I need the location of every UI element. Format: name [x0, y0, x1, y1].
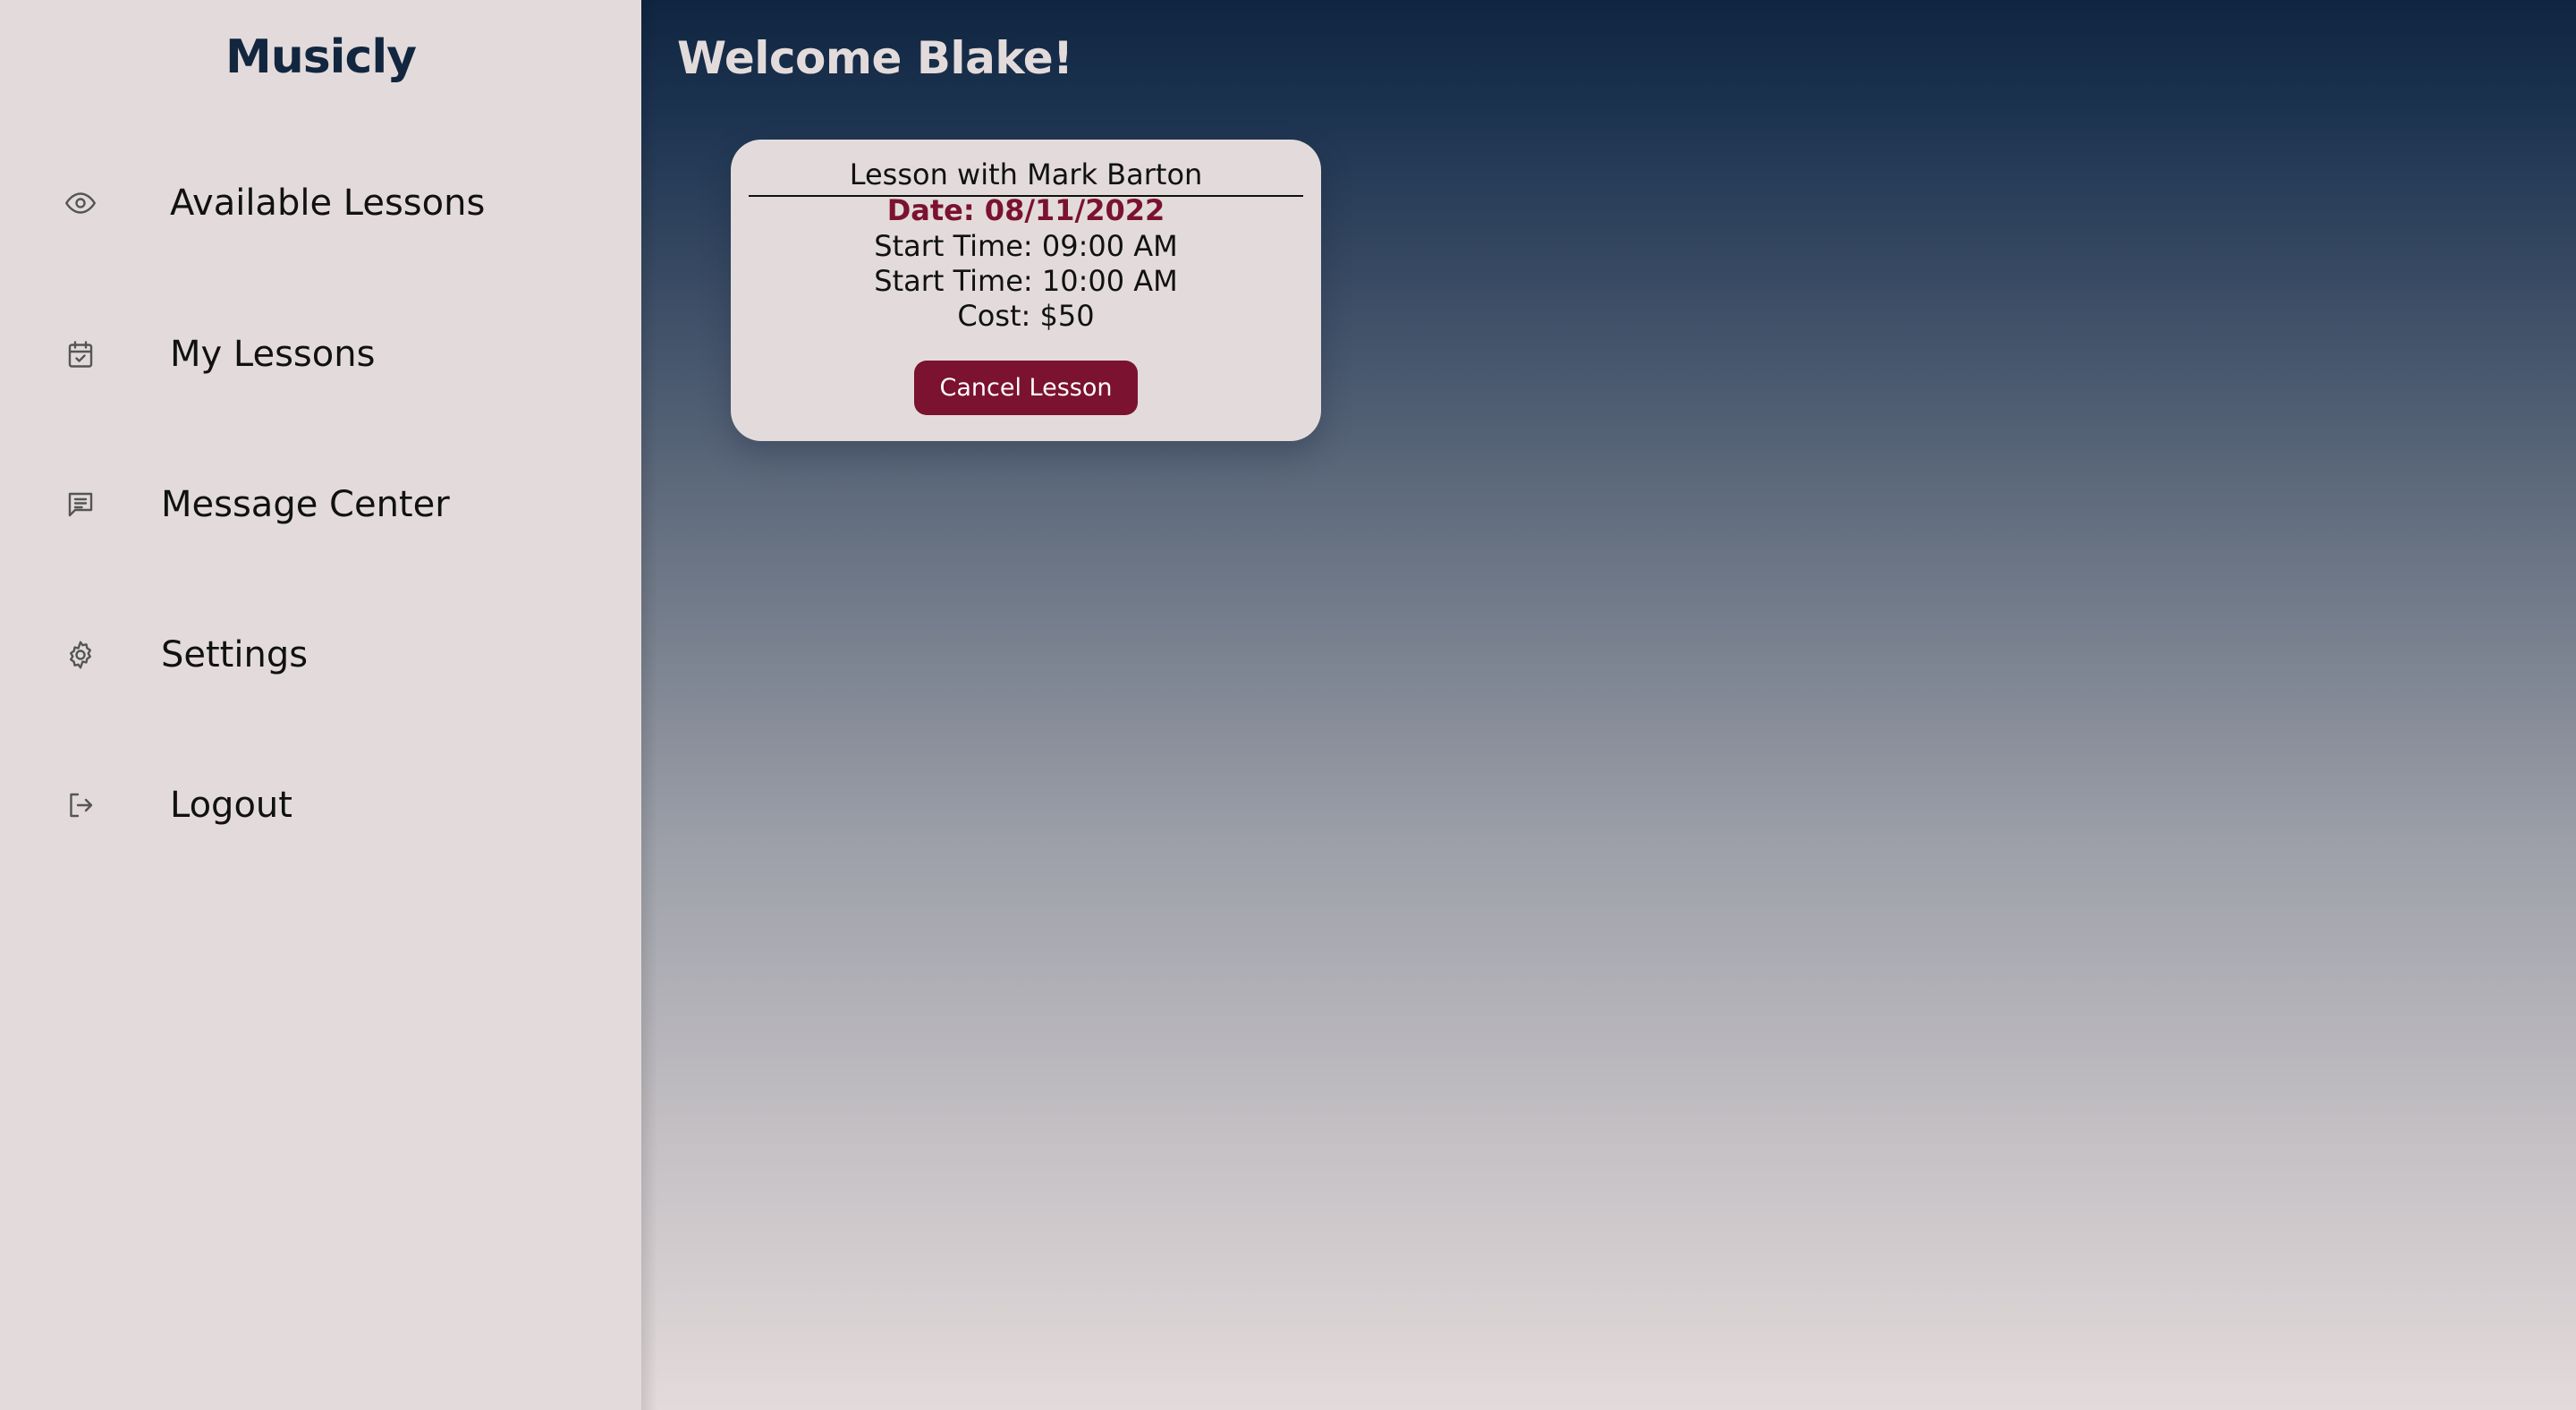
sidebar-item-logout[interactable]: Logout — [0, 756, 641, 854]
sidebar-item-my-lessons[interactable]: My Lessons — [0, 305, 641, 403]
sidebar-item-label: Settings — [161, 634, 309, 675]
lesson-cost: Cost: $50 — [957, 299, 1095, 333]
lesson-date: Date: 08/11/2022 — [886, 193, 1165, 227]
main-content: Welcome Blake! Lesson with Mark Barton D… — [641, 0, 2576, 1410]
lesson-title: Lesson with Mark Barton — [749, 157, 1303, 197]
lesson-card: Lesson with Mark Barton Date: 08/11/2022… — [731, 140, 1321, 441]
sidebar-item-label: Message Center — [161, 484, 450, 525]
sidebar-item-label: Available Lessons — [170, 183, 486, 224]
gear-icon — [63, 637, 98, 673]
sidebar-item-settings[interactable]: Settings — [0, 606, 641, 704]
lesson-end-time: Start Time: 10:00 AM — [874, 264, 1178, 298]
eye-icon — [63, 185, 98, 221]
calendar-check-icon — [63, 336, 98, 372]
message-icon — [63, 487, 98, 522]
brand-logo[interactable]: Musicly — [0, 30, 641, 84]
sidebar: Musicly Available Lessons My Lessons Mes… — [0, 0, 641, 1410]
logout-icon — [63, 787, 98, 823]
page-title: Welcome Blake! — [677, 32, 1073, 84]
sidebar-item-label: My Lessons — [170, 334, 376, 375]
lesson-start-time: Start Time: 09:00 AM — [874, 229, 1178, 263]
sidebar-item-label: Logout — [170, 785, 292, 826]
sidebar-item-available-lessons[interactable]: Available Lessons — [0, 154, 641, 252]
sidebar-item-message-center[interactable]: Message Center — [0, 455, 641, 554]
cancel-lesson-button[interactable]: Cancel Lesson — [914, 361, 1138, 415]
